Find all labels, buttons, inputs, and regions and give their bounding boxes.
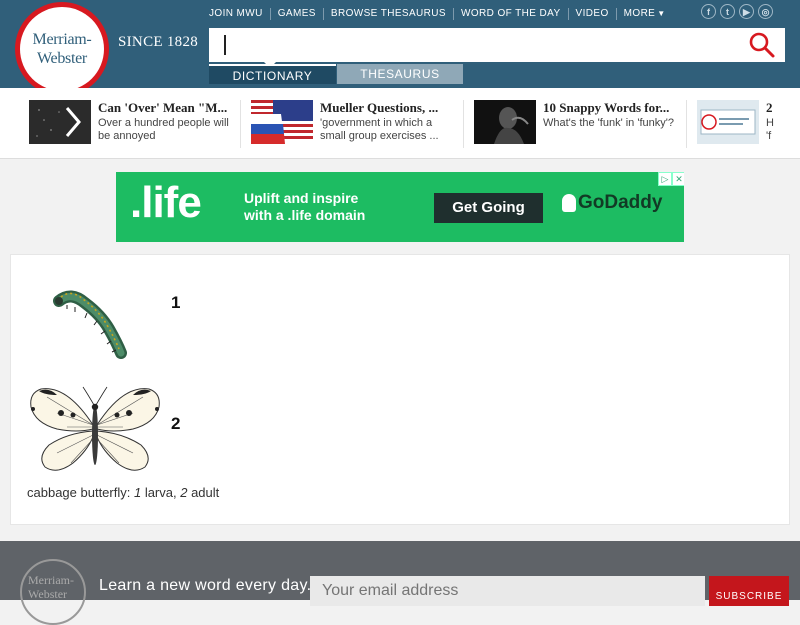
- caption-prefix: cabbage butterfly:: [27, 485, 134, 500]
- trending-title-1: Can 'Over' Mean "M...: [98, 100, 228, 115]
- logo-text-line1: Merriam-: [32, 31, 92, 48]
- caption-middle: larva,: [141, 485, 181, 500]
- ad-get-going-button[interactable]: Get Going: [434, 193, 543, 223]
- nav-more[interactable]: MORE ▼: [615, 8, 673, 20]
- trending-thumb-1: [29, 100, 91, 144]
- nav-browse-thesaurus[interactable]: BROWSE THESAURUS: [322, 8, 453, 20]
- search-icon[interactable]: [747, 30, 777, 60]
- ad-close-icon[interactable]: ✕: [672, 172, 684, 186]
- text-caret: [224, 35, 226, 55]
- social-links: f t ▶ ◎: [701, 4, 773, 19]
- butterfly-illustration: [30, 386, 160, 471]
- trending-desc-2: 'government in which a small group exerc…: [320, 117, 439, 142]
- chevron-down-icon: ▼: [657, 9, 666, 18]
- illustration-caption: cabbage butterfly: 1 larva, 2 adult: [27, 485, 219, 500]
- caterpillar-illustration: [53, 290, 127, 359]
- ad-brand-text: GoDaddy: [578, 192, 663, 213]
- logo-text-line2: Webster: [37, 50, 87, 67]
- ad-godaddy-logo: GoDaddy: [562, 192, 662, 214]
- nav-join-mwu[interactable]: JOIN MWU: [202, 8, 270, 20]
- divider: [240, 100, 241, 148]
- trending-thumb-4: [697, 100, 759, 144]
- divider: [686, 100, 687, 148]
- footer-logo-text: Merriam- Webster: [28, 573, 74, 601]
- trending-thumb-3: [474, 100, 536, 144]
- trending-card-3[interactable]: 10 Snappy Words for... What's the 'funk'…: [474, 100, 679, 146]
- tab-dictionary[interactable]: DICTIONARY: [209, 64, 336, 84]
- divider: [463, 100, 464, 148]
- twitter-icon[interactable]: t: [720, 4, 735, 19]
- advertisement-banner[interactable]: .life Uplift and inspire with a .life do…: [116, 172, 684, 242]
- merriam-webster-logo[interactable]: Merriam- Webster: [15, 2, 109, 96]
- trending-card-1[interactable]: Can 'Over' Mean "M... Over a hundred peo…: [29, 100, 234, 146]
- since-1828-label: SINCE 1828: [118, 34, 199, 50]
- trending-strip: Can 'Over' Mean "M... Over a hundred peo…: [0, 88, 800, 159]
- trending-card-4[interactable]: 2 H 'f: [697, 100, 800, 146]
- search-input[interactable]: [209, 28, 739, 62]
- email-field[interactable]: [310, 576, 705, 606]
- ad-text-line1: Uplift and inspire: [244, 190, 359, 206]
- footer-logo: Merriam- Webster: [20, 559, 86, 625]
- logo-inner: Merriam- Webster: [20, 7, 104, 91]
- footer-logo-line1: Merriam-: [28, 573, 74, 587]
- ad-info-icon[interactable]: ▷: [658, 172, 672, 186]
- trending-desc-3: What's the 'funk' in 'funky'?: [543, 117, 674, 129]
- nav-video[interactable]: VIDEO: [567, 8, 616, 20]
- ad-text-line2: with a .life domain: [244, 207, 366, 223]
- subscribe-button[interactable]: SUBSCRIBE: [709, 576, 789, 606]
- trending-card-2[interactable]: Mueller Questions, ... 'government in wh…: [251, 100, 456, 146]
- footer-logo-line2: Webster: [28, 587, 68, 601]
- search-box: [209, 28, 785, 62]
- nav-games[interactable]: GAMES: [269, 8, 323, 20]
- instagram-icon[interactable]: ◎: [758, 4, 773, 19]
- trending-thumb-2: [251, 100, 313, 144]
- trending-title-3: 10 Snappy Words for...: [543, 100, 670, 115]
- figure-label-2: 2: [171, 414, 181, 433]
- figure-label-1: 1: [171, 293, 181, 312]
- trending-desc-1: Over a hundred people will be annoyed: [98, 117, 229, 142]
- trending-desc-4: H 'f: [766, 117, 774, 142]
- top-navigation: JOIN MWU GAMES BROWSE THESAURUS WORD OF …: [202, 6, 673, 22]
- ad-life-logo: .life: [130, 178, 202, 227]
- facebook-icon[interactable]: f: [701, 4, 716, 19]
- trending-title-2: Mueller Questions, ...: [320, 100, 439, 115]
- ad-text: Uplift and inspire with a .life domain: [244, 190, 365, 224]
- caption-end: adult: [187, 485, 220, 500]
- newsletter-footer: Merriam- Webster Learn a new word every …: [0, 541, 800, 625]
- site-header: Merriam- Webster SINCE 1828 JOIN MWU GAM…: [0, 0, 800, 96]
- nav-word-of-the-day[interactable]: WORD OF THE DAY: [453, 8, 568, 20]
- illustration-panel: 1 2 cabbage butterfly: 1 larva, 2 adult: [10, 254, 790, 525]
- godaddy-mascot-icon: [562, 193, 576, 212]
- tab-thesaurus[interactable]: THESAURUS: [337, 64, 463, 84]
- trending-title-4: 2: [766, 100, 773, 115]
- ad-choices[interactable]: ▷ ✕: [658, 172, 684, 186]
- youtube-icon[interactable]: ▶: [739, 4, 754, 19]
- nav-more-label: MORE: [623, 8, 656, 19]
- newsletter-prompt: Learn a new word every day.: [99, 577, 312, 594]
